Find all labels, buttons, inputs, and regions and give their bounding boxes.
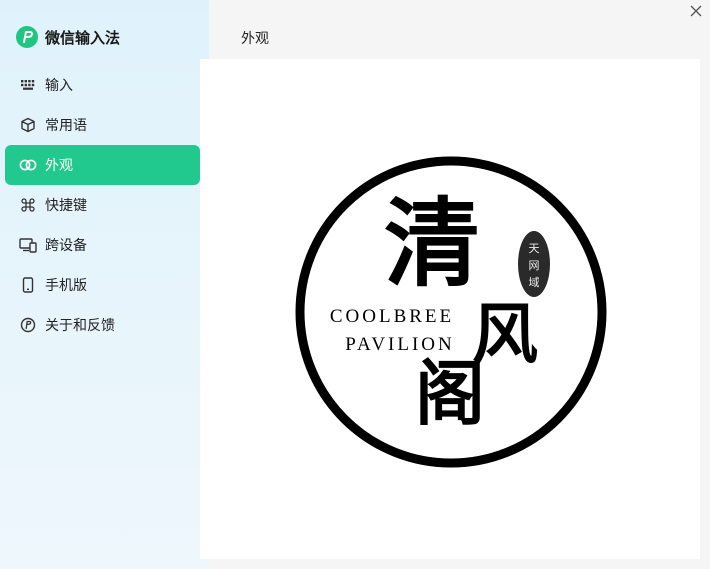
- close-button[interactable]: [688, 3, 704, 19]
- close-icon: [690, 5, 702, 17]
- about-icon: [19, 316, 37, 334]
- sidebar-item-shortcuts[interactable]: 快捷键: [5, 185, 200, 225]
- preview-image: 清 风 阁 COOLBREE PAVILION 天 网 域: [295, 156, 607, 468]
- sidebar-item-mobile[interactable]: 手机版: [5, 265, 200, 305]
- sidebar-item-label: 快捷键: [45, 198, 87, 214]
- sidebar-item-label: 常用语: [45, 118, 87, 134]
- sidebar-item-about[interactable]: 关于和反馈: [5, 305, 200, 345]
- logo-stamp-char-2: 网: [529, 259, 540, 272]
- sidebar-item-label: 外观: [45, 158, 73, 174]
- cube-icon: [19, 116, 37, 134]
- logo-char-ge: 阁: [415, 352, 485, 435]
- sidebar-item-label: 输入: [45, 78, 73, 94]
- devices-icon: [19, 236, 37, 254]
- sidebar-item-appearance[interactable]: 外观: [5, 145, 200, 185]
- sidebar-item-label: 手机版: [45, 278, 87, 294]
- appearance-icon: [19, 156, 37, 174]
- logo-stamp-char-3: 域: [529, 276, 540, 289]
- logo-line-coolbree: COOLBREE: [330, 306, 454, 327]
- sidebar-item-input[interactable]: 输入: [5, 65, 200, 105]
- appearance-preview-panel: 清 风 阁 COOLBREE PAVILION 天 网 域: [200, 59, 700, 559]
- sidebar-nav: 输入 常用语 外观 快捷键 跨设备 手机版 关于和反馈: [5, 65, 200, 345]
- logo-char-qing: 清: [384, 187, 480, 300]
- phone-icon: [19, 276, 37, 294]
- wechat-ime-logo-icon: [16, 26, 38, 48]
- app-header: 微信输入法: [16, 26, 120, 48]
- logo-line-pavilion: PAVILION: [345, 334, 455, 355]
- logo-stamp-char-1: 天: [529, 242, 540, 255]
- sidebar-item-phrases[interactable]: 常用语: [5, 105, 200, 145]
- command-key-icon: [19, 196, 37, 214]
- sidebar-item-label: 跨设备: [45, 238, 87, 254]
- app-title: 微信输入法: [45, 28, 121, 47]
- sidebar-item-label: 关于和反馈: [45, 318, 115, 334]
- keyboard-icon: [19, 76, 37, 94]
- sidebar: 微信输入法 输入 常用语 外观 快捷键 跨设备 手机版 关于和反馈: [0, 0, 209, 569]
- sidebar-item-cross-device[interactable]: 跨设备: [5, 225, 200, 265]
- page-title: 外观: [241, 31, 269, 47]
